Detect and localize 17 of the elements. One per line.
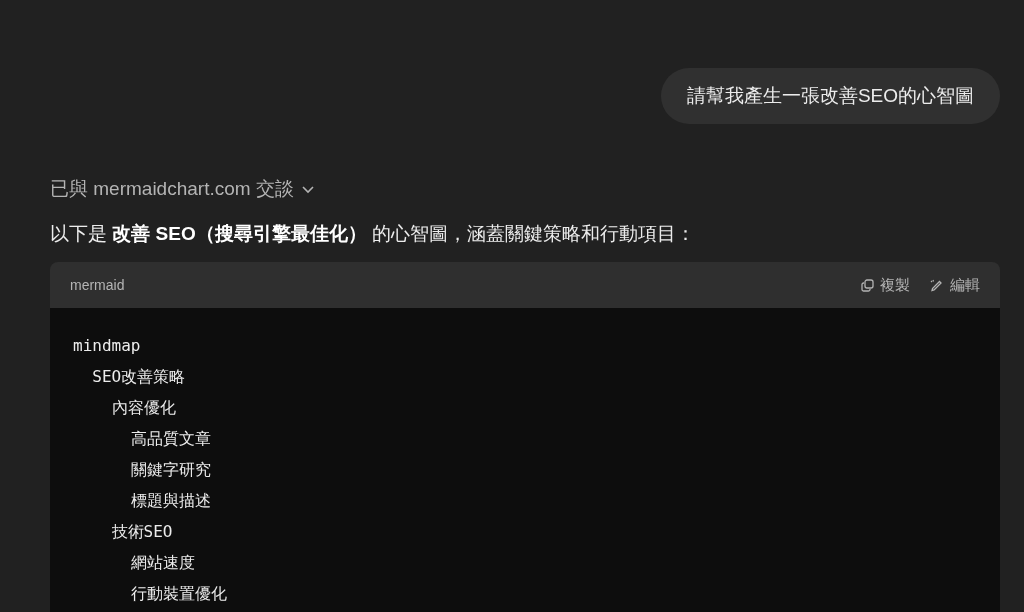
user-message: 請幫我產生一張改善SEO的心智圖 xyxy=(660,68,1000,124)
copy-button[interactable]: 複製 xyxy=(861,275,910,295)
code-line: mindmap xyxy=(73,335,141,357)
pencil-icon xyxy=(930,278,944,292)
code-language: mermaid xyxy=(70,277,125,293)
code-line: 技術SEO xyxy=(110,521,173,543)
reply-text: 以下是 改善 SEO（搜尋引擎最佳化） 的心智圖，涵蓋關鍵策略和行動項目： xyxy=(50,222,696,246)
code-line: 行動裝置優化 xyxy=(129,583,227,605)
code-line: 內容優化 xyxy=(110,397,176,419)
copy-icon xyxy=(861,278,874,292)
code-line: 網站速度 xyxy=(129,552,195,574)
edit-button[interactable]: 編輯 xyxy=(930,275,980,295)
tool-note-toggle[interactable]: 已與 mermaidchart.com 交談 xyxy=(50,176,316,202)
code-line: 標題與描述 xyxy=(129,490,211,512)
code-line: 關鍵字研究 xyxy=(129,459,211,481)
code-line: SEO改善策略 xyxy=(91,366,186,388)
code-line: 高品質文章 xyxy=(129,428,211,450)
